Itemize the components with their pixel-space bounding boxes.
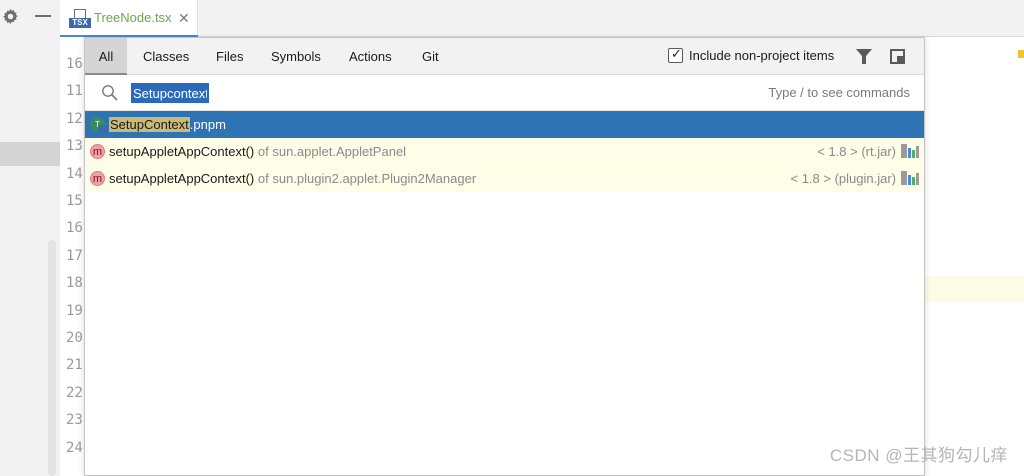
editor-tab-treenode[interactable]: TSX TreeNode.tsx ✕ <box>60 0 198 38</box>
result-location: < 1.8 > (rt.jar) <box>817 144 896 159</box>
line-number: 21 <box>66 357 83 374</box>
search-row: Type / to see commands <box>85 75 924 111</box>
method-icon: m <box>90 144 105 159</box>
include-non-project-checkbox[interactable]: ✓ <box>668 46 683 63</box>
result-location: < 1.8 > (plugin.jar) <box>790 171 896 186</box>
tab-all[interactable]: All <box>85 38 127 75</box>
tab-classes[interactable]: Classes <box>143 38 189 75</box>
line-number: 24 <box>66 439 83 456</box>
search-hint: Type / to see commands <box>768 85 910 100</box>
tab-symbols[interactable]: Symbols <box>271 38 321 75</box>
include-non-project-label[interactable]: Include non-project items <box>689 48 834 63</box>
line-number: 17 <box>66 247 83 264</box>
editor-tab-bar: TSX TreeNode.tsx ✕ <box>60 0 1024 38</box>
gear-icon[interactable] <box>2 8 19 25</box>
line-number: 15 <box>66 193 83 209</box>
line-number: 19 <box>66 302 83 319</box>
line-number: 23 <box>66 412 83 429</box>
result-row[interactable]: m setupAppletAppContext() of sun.plugin2… <box>85 165 924 192</box>
tsx-file-icon: TSX <box>69 9 91 29</box>
tsx-icon-label: TSX <box>69 18 91 28</box>
warning-marker-icon[interactable] <box>1018 50 1024 58</box>
line-number: 16 <box>66 56 83 72</box>
library-icon <box>901 171 919 185</box>
minimize-icon[interactable] <box>35 15 51 17</box>
line-number: 14 <box>66 165 83 182</box>
line-number: 20 <box>66 330 83 346</box>
close-icon[interactable]: ✕ <box>178 10 190 27</box>
search-input[interactable] <box>131 83 209 103</box>
line-number: 16 <box>66 220 83 237</box>
tool-window-selected-row <box>0 142 60 166</box>
result-row[interactable]: m setupAppletAppContext() of sun.applet.… <box>85 138 924 165</box>
ide-window: TSX TreeNode.tsx ✕ 16 11 12 13 14 15 16 17 18 19 2… <box>0 0 1024 476</box>
line-number: 18 <box>66 275 83 292</box>
result-context: of sun.applet.AppletPanel <box>257 144 407 159</box>
watermark: CSDN @王其狗勾儿痒 <box>829 446 1008 465</box>
open-in-tool-window-icon[interactable] <box>890 49 905 64</box>
result-suffix: .pnpm <box>189 117 226 132</box>
line-number: 12 <box>66 110 83 127</box>
left-tool-strip <box>0 0 60 476</box>
line-number: 22 <box>66 384 83 401</box>
result-name: setupAppletAppContext() <box>109 171 255 186</box>
line-number: 13 <box>66 138 83 155</box>
library-icon <box>901 144 919 158</box>
result-name: setupAppletAppContext() <box>109 144 255 159</box>
tool-window-scrollbar[interactable] <box>48 240 56 476</box>
filter-icon[interactable] <box>856 49 872 64</box>
tab-actions[interactable]: Actions <box>349 38 392 75</box>
result-context: of sun.plugin2.applet.Plugin2Manager <box>257 171 477 186</box>
match-highlight: SetupContext <box>109 117 190 132</box>
result-row[interactable]: T SetupContext.pnpm <box>85 111 924 138</box>
tab-title: TreeNode.tsx <box>94 10 172 25</box>
search-icon <box>102 85 118 101</box>
tab-files[interactable]: Files <box>216 38 243 75</box>
popup-tab-bar: All Classes Files Symbols Actions Git ✓ … <box>85 38 924 75</box>
line-number: 11 <box>66 83 83 100</box>
search-everywhere-popup: All Classes Files Symbols Actions Git ✓ … <box>84 37 925 476</box>
tab-git[interactable]: Git <box>422 38 439 75</box>
ts-file-icon: T <box>90 117 107 133</box>
method-icon: m <box>90 171 105 186</box>
